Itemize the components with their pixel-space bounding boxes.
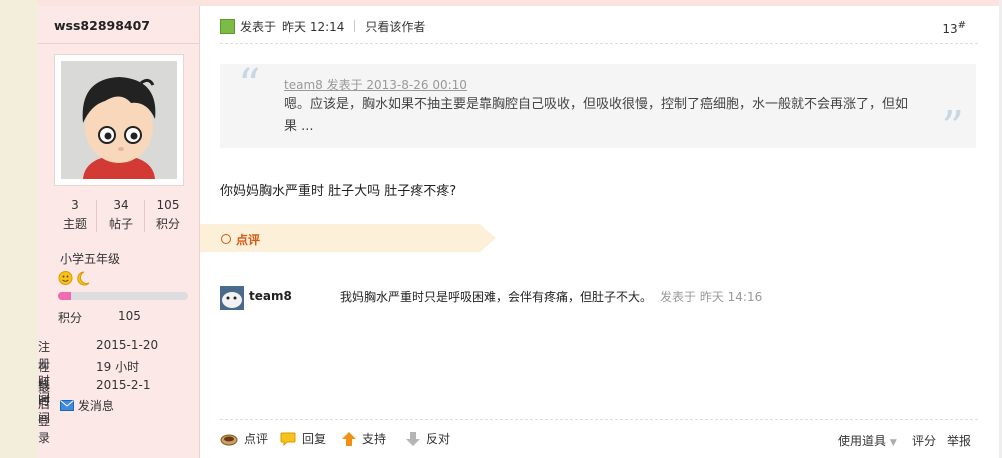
level-progress-fill [58, 292, 71, 300]
post-main: 发表于 昨天 12:14 只看该作者 13# “ team8 发表于 2013-… [200, 6, 1000, 458]
use-tools-menu[interactable]: 使用道具 ▼ [838, 432, 897, 449]
post-header: 发表于 昨天 12:14 只看该作者 [220, 16, 425, 36]
posted-label: 发表于 [240, 19, 277, 34]
posted-time: 昨天 12:14 [282, 19, 345, 34]
comments-section-header: 点评 [200, 224, 496, 252]
post-content: 你妈妈胸水严重时 肚子大吗 肚子疼不疼? [220, 184, 457, 199]
comment-item: team8 我妈胸水严重时只是呼吸困难，会伴有疼痛，但肚子不大。 发表于 昨天 … [220, 284, 980, 310]
stat-value: 34 [113, 198, 129, 212]
only-author-link[interactable]: 只看该作者 [365, 18, 425, 35]
use-tools-label: 使用道具 [838, 434, 887, 448]
oppose-button[interactable]: 反对 [406, 430, 450, 447]
points-value: 105 [118, 309, 141, 323]
divider [144, 200, 145, 232]
stat-value: 3 [71, 198, 79, 212]
rank-icons [58, 270, 92, 289]
stat-label: 积分 [155, 217, 180, 231]
floor-number[interactable]: 13# [942, 20, 966, 36]
open-quote-icon: “ [238, 60, 261, 111]
stat-value: 105 [156, 198, 180, 212]
report-button[interactable]: 举报 [947, 432, 971, 449]
user-rank[interactable]: 小学五年级 [60, 250, 120, 267]
author-sidebar: wss82898407 3 主题 34 帖子 105 积分 小学五年级 积分 1… [38, 6, 200, 458]
points-label: 积分 [58, 311, 83, 325]
speech-bubble-icon [280, 432, 296, 446]
cartoon-avatar-icon [61, 61, 177, 179]
comment-label: 点评 [244, 432, 269, 446]
reply-label: 回复 [302, 432, 327, 446]
info-key: 最后登录 [38, 380, 51, 445]
avatar-frame[interactable] [54, 54, 184, 186]
envelope-icon [60, 400, 74, 411]
send-message-button[interactable]: 发消息 [60, 397, 114, 414]
dropdown-arrow-icon: ▼ [889, 438, 897, 448]
rate-button[interactable]: 评分 [912, 432, 936, 449]
sun-moon-icon [58, 271, 90, 286]
comment-time: 发表于 昨天 14:16 [660, 290, 763, 304]
stat-points[interactable]: 105 积分 [147, 198, 189, 232]
send-message-label: 发消息 [77, 399, 114, 413]
post-actions: 点评 回复 支持 反对 使用道具 ▼ 评分 举报 [220, 430, 980, 450]
thumbs-down-arrow-icon [406, 431, 420, 446]
floor-suffix: # [957, 20, 966, 31]
commenter-username[interactable]: team8 [249, 289, 292, 303]
support-button[interactable]: 支持 [342, 430, 386, 447]
divider [220, 43, 978, 44]
stat-label: 主题 [62, 217, 87, 231]
comment-button[interactable]: 点评 [220, 430, 268, 447]
divider [38, 43, 199, 44]
support-label: 支持 [362, 432, 387, 446]
stat-label: 帖子 [108, 217, 133, 231]
quote-block: “ team8 发表于 2013-8-26 00:10 嗯。应该是，胸水如果不抽… [220, 60, 976, 153]
commenter-avatar-icon [220, 286, 244, 310]
avatar[interactable] [61, 61, 177, 179]
comments-section-label: 点评 [236, 233, 261, 247]
oppose-label: 反对 [426, 432, 451, 446]
comment-text: 我妈胸水严重时只是呼吸困难，会伴有疼痛，但肚子不大。 [340, 290, 653, 304]
close-quote-icon: ” [941, 102, 965, 153]
quote-header[interactable]: team8 发表于 2013-8-26 00:10 [284, 76, 467, 93]
reply-button[interactable]: 回复 [280, 430, 326, 447]
thumbs-up-arrow-icon [342, 431, 356, 446]
info-value: 2015-1-20 [96, 338, 159, 352]
level-progress-bar [58, 292, 188, 300]
coffee-cup-icon [220, 434, 238, 445]
author-stats: 3 主题 34 帖子 105 积分 [54, 198, 190, 234]
commenter-avatar[interactable] [220, 286, 244, 310]
post-status-icon [220, 18, 235, 34]
floor-number-value: 13 [942, 22, 958, 36]
stat-posts[interactable]: 34 帖子 [100, 198, 142, 232]
quote-body: 嗯。应该是，胸水如果不抽主要是靠胸腔自己吸收，但吸收很慢，控制了癌细胞，水一般就… [284, 97, 909, 134]
stat-threads[interactable]: 3 主题 [54, 198, 96, 232]
post-container: wss82898407 3 主题 34 帖子 105 积分 小学五年级 积分 1… [38, 0, 1000, 458]
divider [354, 20, 356, 32]
comment-circle-icon [221, 234, 231, 244]
divider [96, 200, 97, 232]
divider [220, 419, 978, 420]
info-value: 19 小时 [96, 360, 140, 374]
author-username[interactable]: wss82898407 [54, 18, 150, 33]
info-value: 2015-2-1 [96, 378, 151, 392]
